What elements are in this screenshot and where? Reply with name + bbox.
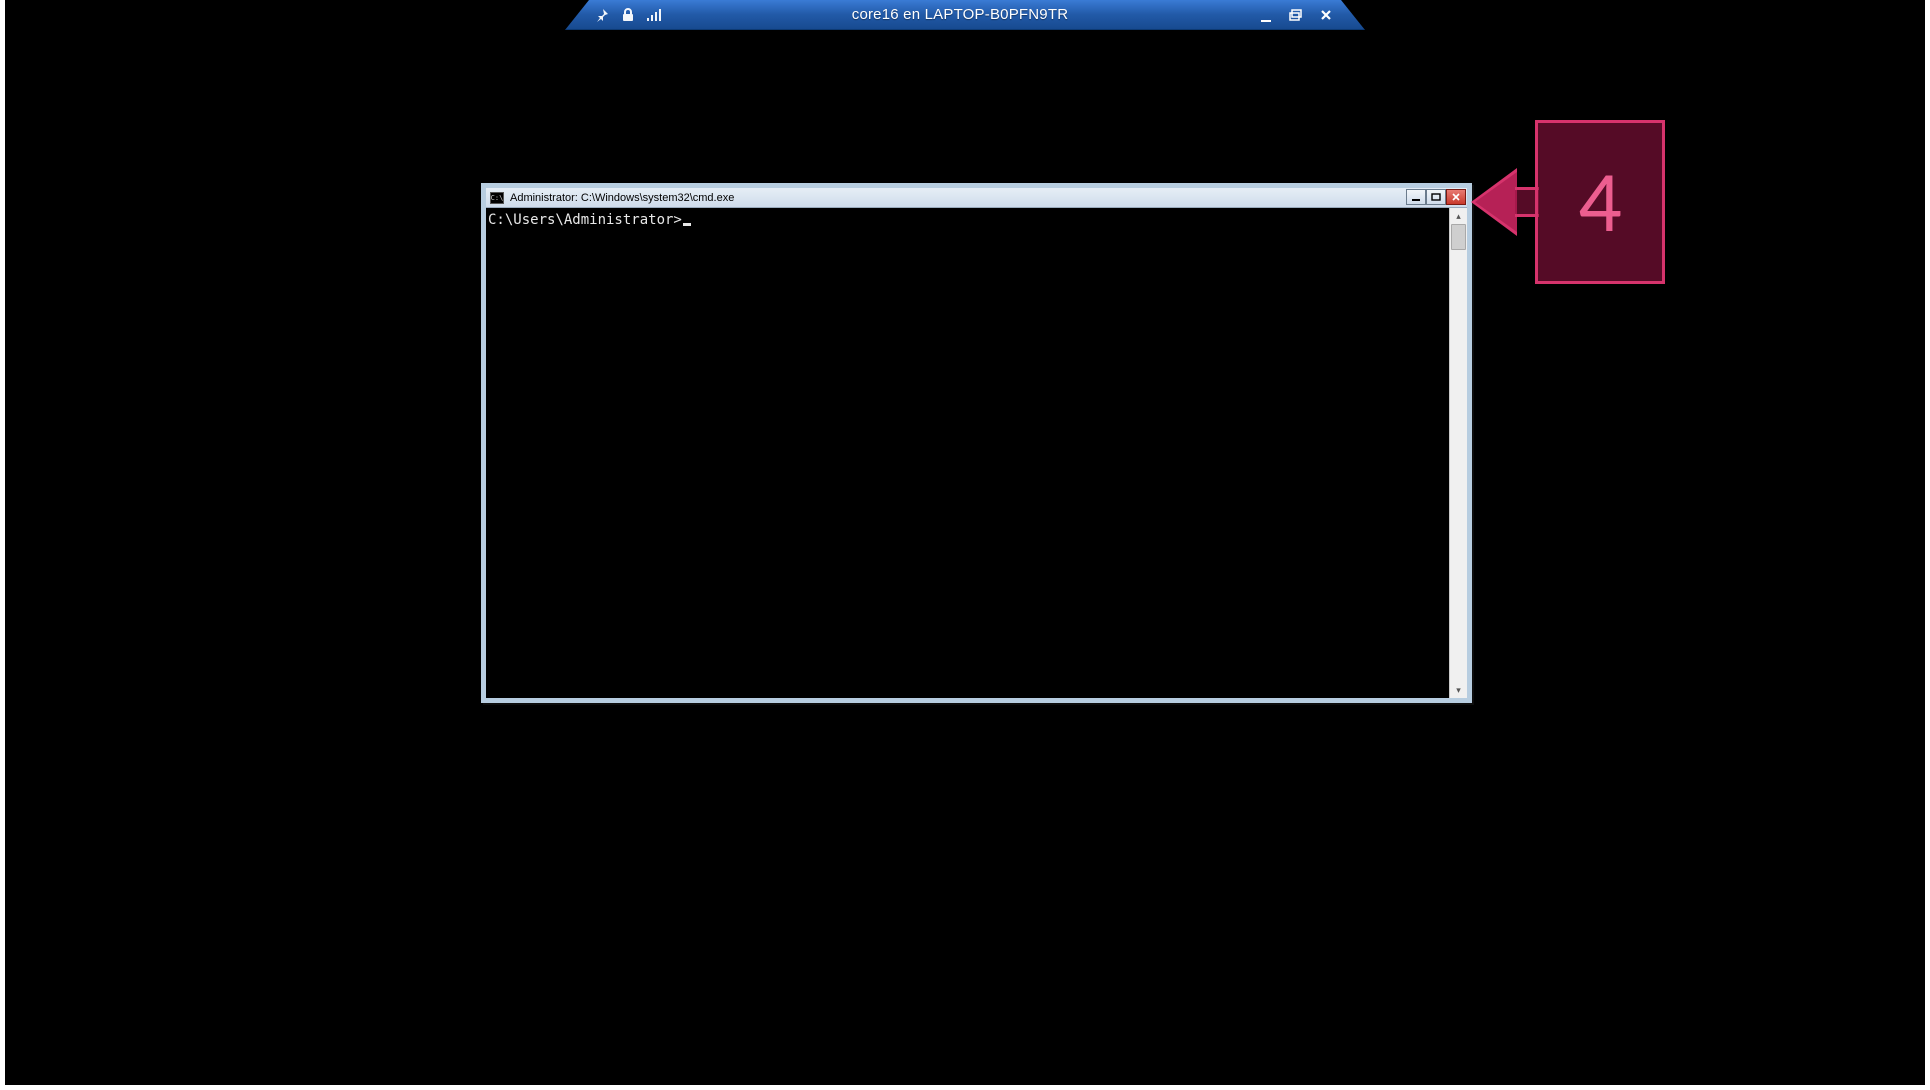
rdp-restore-button[interactable]	[1288, 7, 1304, 23]
annotation-number: 4	[1578, 150, 1622, 255]
scroll-track[interactable]	[1450, 224, 1467, 682]
rdp-minimize-button[interactable]	[1258, 7, 1274, 23]
cmd-window-controls	[1406, 189, 1466, 205]
cmd-window-title: Administrator: C:\Windows\system32\cmd.e…	[510, 192, 734, 204]
rdp-connection-bar: core16 en LAPTOP-B0PFN9TR	[565, 0, 1365, 30]
scroll-thumb[interactable]	[1451, 224, 1466, 250]
cmd-close-button[interactable]	[1446, 189, 1466, 205]
pin-icon[interactable]	[594, 7, 610, 23]
lock-icon	[620, 7, 636, 23]
cmd-minimize-button[interactable]	[1406, 189, 1426, 205]
signal-icon	[646, 7, 662, 23]
cmd-terminal-body[interactable]: C:\Users\Administrator>	[486, 208, 1449, 698]
cmd-cursor	[683, 223, 691, 226]
remote-desktop-viewport: core16 en LAPTOP-B0PFN9TR C:\ Administra…	[5, 0, 1925, 1085]
rdp-bar-window-controls	[1258, 7, 1364, 23]
annotation-arrow-head	[1475, 172, 1517, 232]
rdp-bar-title: core16 en LAPTOP-B0PFN9TR	[662, 6, 1258, 23]
cmd-scrollbar[interactable]: ▴ ▾	[1449, 208, 1467, 698]
scroll-up-arrow-icon[interactable]: ▴	[1450, 208, 1467, 224]
cmd-window[interactable]: C:\ Administrator: C:\Windows\system32\c…	[481, 183, 1472, 703]
annotation-callout-box: 4	[1535, 120, 1665, 284]
scroll-down-arrow-icon[interactable]: ▾	[1450, 682, 1467, 698]
cmd-titlebar[interactable]: C:\ Administrator: C:\Windows\system32\c…	[486, 188, 1467, 208]
cmd-prompt-text: C:\Users\Administrator>	[488, 212, 682, 228]
rdp-bar-left-icons	[566, 7, 662, 23]
rdp-close-button[interactable]	[1318, 7, 1334, 23]
cmd-maximize-button[interactable]	[1426, 189, 1446, 205]
cmd-icon: C:\	[490, 192, 504, 204]
